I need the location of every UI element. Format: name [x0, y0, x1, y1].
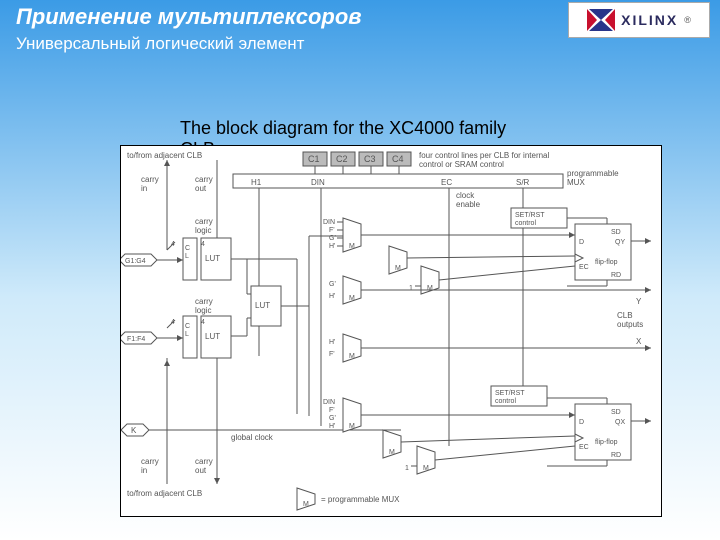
label-carry-in-top1: carry — [141, 175, 159, 184]
label-sr: S/R — [516, 178, 530, 187]
label-cl1-c: C — [185, 245, 190, 252]
label-x: X — [636, 337, 642, 346]
label-g1g4: G1:G4 — [125, 258, 146, 265]
label-lut3: LUT — [255, 301, 270, 310]
label-carry-out-bot1: carry — [195, 457, 213, 466]
label-setrst1-b: control — [515, 220, 536, 227]
label-clbout1: CLB — [617, 311, 633, 320]
svg-text:F': F' — [329, 351, 335, 358]
label-tofrom-top: to/from adjacent CLB — [127, 151, 202, 160]
label-bus4-3: 4 — [201, 319, 205, 326]
label-carry-out-bot2: out — [195, 466, 207, 475]
block-diagram: C1 C2 C3 C4 four control lines per CLB f… — [120, 145, 662, 517]
svg-text:M: M — [349, 295, 355, 302]
label-legend: = programmable MUX — [321, 495, 400, 504]
label-lut1: LUT — [205, 254, 220, 263]
svg-text:M: M — [349, 243, 355, 250]
xilinx-logo-text: XILINX — [621, 12, 678, 28]
svg-text:M: M — [423, 465, 429, 472]
slide: Применение мультиплексоров Универсальный… — [0, 0, 720, 540]
label-ec: EC — [441, 178, 452, 187]
label-y: Y — [636, 297, 642, 306]
svg-text:M: M — [427, 285, 433, 292]
label-c4: C4 — [392, 154, 404, 164]
svg-text:DIN: DIN — [323, 399, 335, 406]
label-f1f4: F1:F4 — [127, 336, 145, 343]
label-ec2: EC — [579, 444, 589, 451]
label-carry-in-top2: in — [141, 184, 147, 193]
label-carrylogic-4: logic — [195, 306, 211, 315]
svg-text:G': G' — [329, 415, 336, 422]
label-ff1: flip-flop — [595, 259, 618, 266]
label-sd2: SD — [611, 409, 621, 416]
page-title: Применение мультиплексоров — [16, 4, 362, 30]
label-lut2: LUT — [205, 332, 220, 341]
svg-text:1: 1 — [405, 465, 409, 472]
label-progmux-1: programmable — [567, 169, 619, 178]
label-globalclock: global clock — [231, 433, 274, 442]
svg-text:M: M — [389, 449, 395, 456]
label-ff2: flip-flop — [595, 439, 618, 446]
svg-text:H': H' — [329, 423, 335, 430]
page-subtitle: Универсальный логический элемент — [16, 34, 304, 54]
legend-m: M — [303, 501, 309, 508]
label-carry-in-bot1: carry — [141, 457, 159, 466]
label-tofrom-bot: to/from adjacent CLB — [127, 489, 202, 498]
label-k: K — [131, 426, 137, 435]
label-clbout2: outputs — [617, 320, 643, 329]
label-qy: QY — [615, 239, 625, 246]
label-d1: D — [579, 239, 584, 246]
svg-text:1: 1 — [409, 285, 413, 292]
label-carry-in-bot2: in — [141, 466, 147, 475]
label-carrylogic-3: carry — [195, 297, 213, 306]
label-carrylogic-1: carry — [195, 217, 213, 226]
label-cl2-c: C — [185, 323, 190, 330]
label-c1: C1 — [308, 154, 320, 164]
label-c2: C2 — [336, 154, 348, 164]
label-ec1: EC — [579, 264, 589, 271]
label-clken-1: clock — [456, 191, 475, 200]
svg-text:H': H' — [329, 243, 335, 250]
label-sd1: SD — [611, 229, 621, 236]
label-carry-out-top2: out — [195, 184, 207, 193]
label-rd2: RD — [611, 452, 621, 459]
svg-text:F': F' — [329, 407, 335, 414]
label-setrst1-a: SET/RST — [515, 212, 545, 219]
label-h1: H1 — [251, 178, 262, 187]
label-din: DIN — [311, 178, 325, 187]
label-cl2-l: L — [185, 331, 189, 338]
svg-text:F': F' — [329, 227, 335, 234]
label-rd1: RD — [611, 272, 621, 279]
xilinx-logo-icon — [587, 9, 615, 31]
label-carrylogic-2: logic — [195, 226, 211, 235]
label-cl1-l: L — [185, 253, 189, 260]
svg-text:DIN: DIN — [323, 219, 335, 226]
svg-text:H': H' — [329, 293, 335, 300]
xilinx-logo: XILINX ® — [568, 2, 710, 38]
label-bus4-1: 4 — [201, 241, 205, 248]
svg-text:M: M — [395, 265, 401, 272]
svg-text:M: M — [349, 423, 355, 430]
label-d2: D — [579, 419, 584, 426]
svg-text:G': G' — [329, 281, 336, 288]
label-qx: QX — [615, 419, 625, 426]
label-c3: C3 — [364, 154, 376, 164]
label-carry-out-top1: carry — [195, 175, 213, 184]
label-progmux-2: MUX — [567, 178, 585, 187]
label-ctrl-desc-1: four control lines per CLB for internal — [419, 151, 550, 160]
label-ctrl-desc-2: control or SRAM control — [419, 160, 504, 169]
svg-text:H': H' — [329, 339, 335, 346]
label-setrst2-a: SET/RST — [495, 390, 525, 397]
label-clken-2: enable — [456, 200, 481, 209]
mux-cluster-upper: M DIN F' G' H' M G' H' M H' F' M DIN — [323, 218, 439, 474]
svg-text:M: M — [349, 353, 355, 360]
label-setrst2-b: control — [495, 398, 516, 405]
